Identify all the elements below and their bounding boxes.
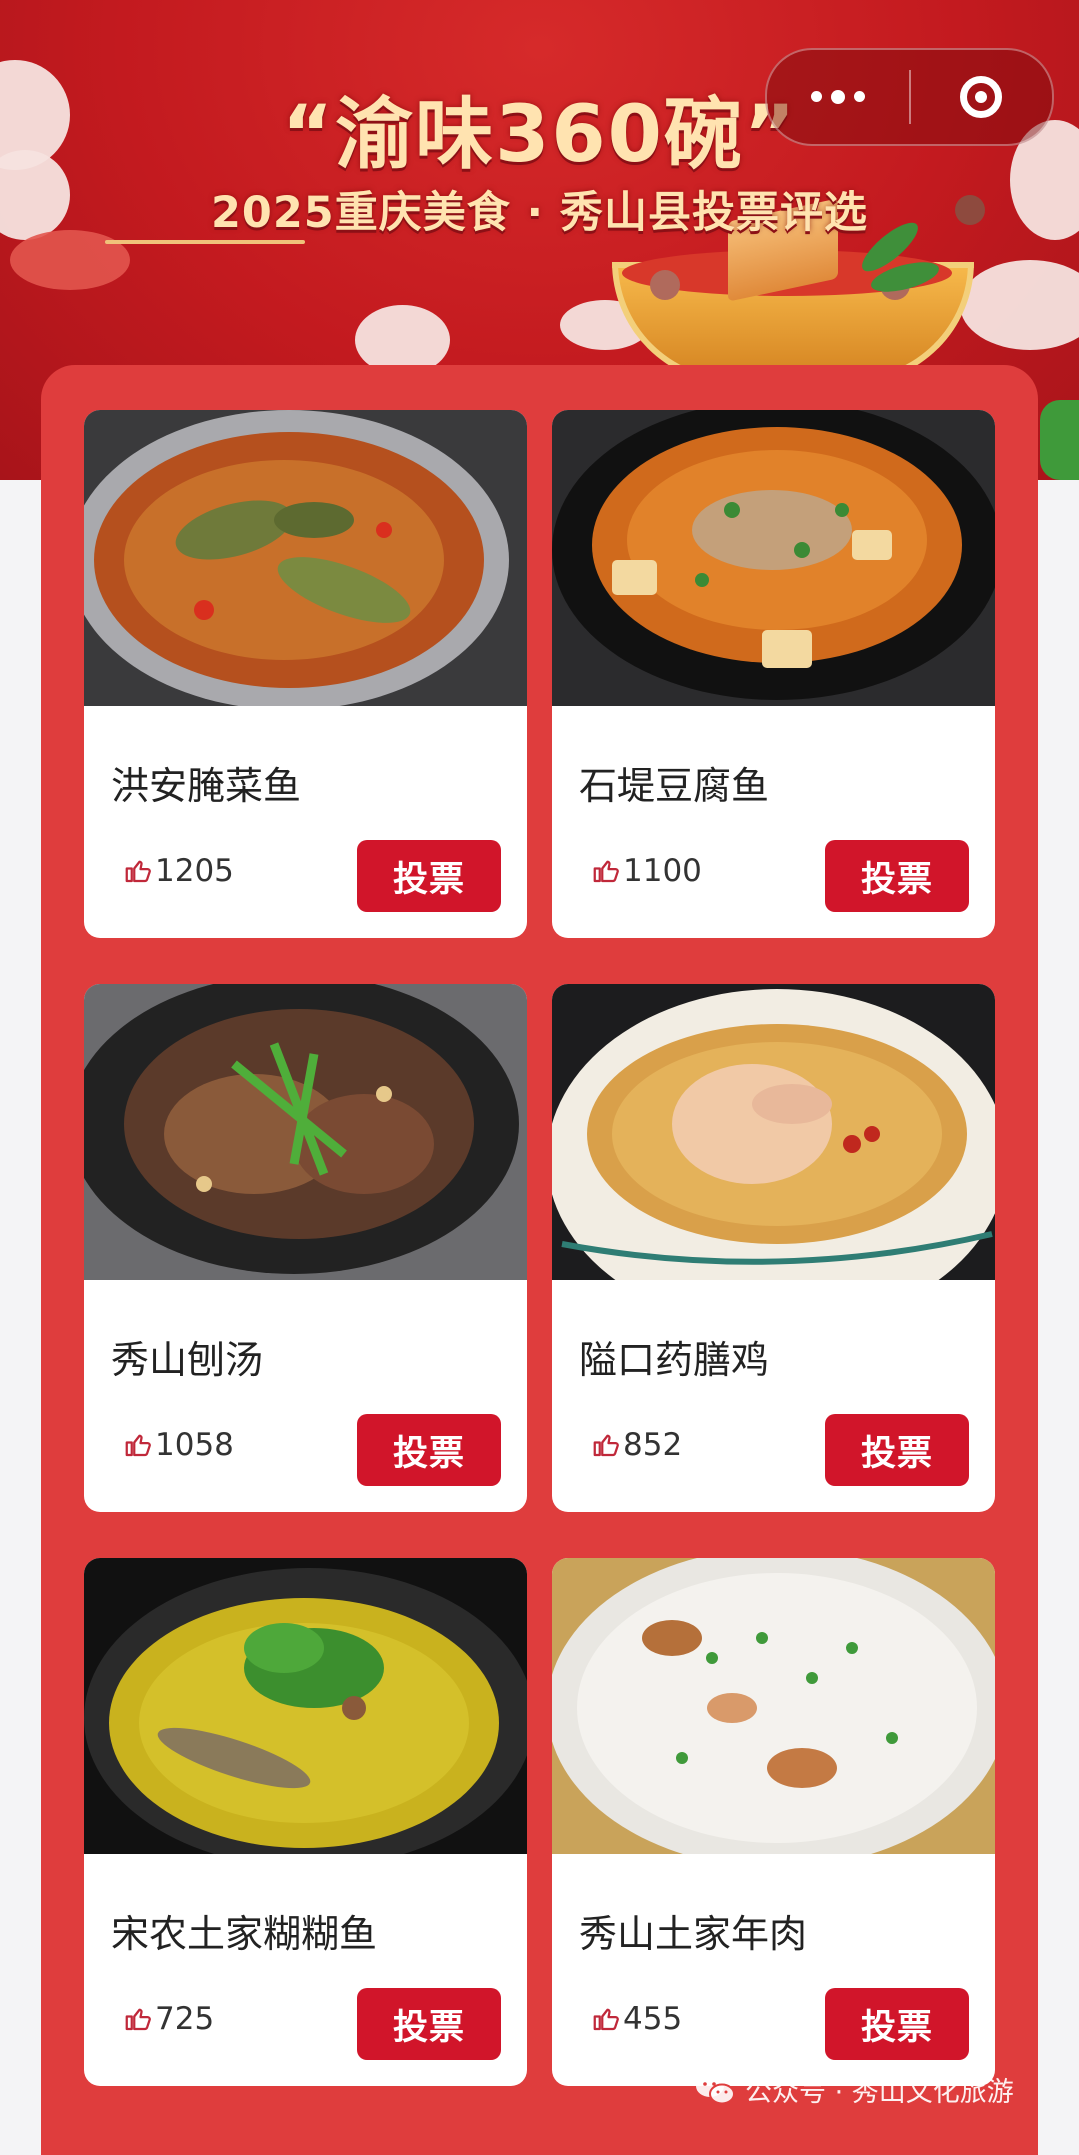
- like-count: 1100: [591, 853, 702, 889]
- like-count: 1205: [123, 853, 234, 889]
- banner-subtitle: 2025重庆美食 · 秀山县投票评选: [211, 188, 868, 238]
- like-count: 1058: [123, 1427, 234, 1463]
- like-count: 725: [123, 2001, 214, 2037]
- mini-program-capsule: [765, 48, 1054, 146]
- thumbs-up-icon: [593, 2008, 619, 2031]
- dish-name: 秀山刨汤: [111, 1338, 264, 1382]
- dish-card: 秀山土家年肉 455 投票: [552, 1558, 995, 2086]
- meatball-illustration: [650, 270, 680, 300]
- dish-name: 洪安腌菜鱼: [111, 764, 302, 808]
- like-count-value: 725: [155, 2001, 215, 2037]
- thumbs-up-icon: [125, 860, 151, 883]
- dish-card: 石堤豆腐鱼 1100 投票: [552, 410, 995, 938]
- like-count-value: 852: [623, 1427, 683, 1463]
- more-dots-icon: [810, 89, 865, 104]
- leaf-decoration: [1040, 400, 1079, 480]
- dish-name: 宋农土家糊糊鱼: [111, 1912, 378, 1956]
- dish-photo: [84, 410, 527, 706]
- vote-button[interactable]: 投票: [357, 1988, 501, 2060]
- vote-button[interactable]: 投票: [825, 1414, 969, 1486]
- dish-name: 秀山土家年肉: [579, 1912, 808, 1956]
- watermark: 公众号 · 秀山文化旅游: [695, 2070, 1014, 2109]
- dish-photo: [552, 984, 995, 1280]
- vote-button[interactable]: 投票: [357, 840, 501, 912]
- wechat-icon: [696, 2074, 735, 2104]
- dish-name: 隘口药膳鸡: [579, 1338, 770, 1382]
- more-button[interactable]: [767, 50, 909, 144]
- vote-button[interactable]: 投票: [825, 840, 969, 912]
- thumbs-up-icon: [125, 1434, 151, 1457]
- thumbs-up-icon: [593, 860, 619, 883]
- dish-card: 秀山刨汤 1058 投票: [84, 984, 527, 1512]
- dish-card: 宋农土家糊糊鱼 725 投票: [84, 1558, 527, 2086]
- gold-line-decoration: [105, 240, 305, 244]
- vote-button[interactable]: 投票: [357, 1414, 501, 1486]
- thumbs-up-icon: [125, 2008, 151, 2031]
- dish-card: 洪安腌菜鱼 1205 投票: [84, 410, 527, 938]
- like-count-value: 1058: [155, 1427, 234, 1463]
- like-count-value: 1205: [155, 853, 234, 889]
- watermark-text: 公众号 · 秀山文化旅游: [745, 2077, 1014, 2108]
- dish-name: 石堤豆腐鱼: [579, 764, 770, 808]
- like-count: 852: [591, 1427, 682, 1463]
- dish-photo: [552, 410, 995, 706]
- dish-photo: [84, 1558, 527, 1854]
- mini-program-close-icon: [960, 76, 1003, 118]
- vote-button[interactable]: 投票: [825, 1988, 969, 2060]
- like-count: 455: [591, 2001, 682, 2037]
- dish-photo: [552, 1558, 995, 1854]
- thumbs-up-icon: [593, 1434, 619, 1457]
- cloud-decoration: [960, 260, 1079, 350]
- like-count-value: 455: [623, 2001, 683, 2037]
- like-count-value: 1100: [623, 853, 702, 889]
- dish-card: 隘口药膳鸡 852 投票: [552, 984, 995, 1512]
- dish-photo: [84, 984, 527, 1280]
- close-mini-program-button[interactable]: [911, 50, 1053, 144]
